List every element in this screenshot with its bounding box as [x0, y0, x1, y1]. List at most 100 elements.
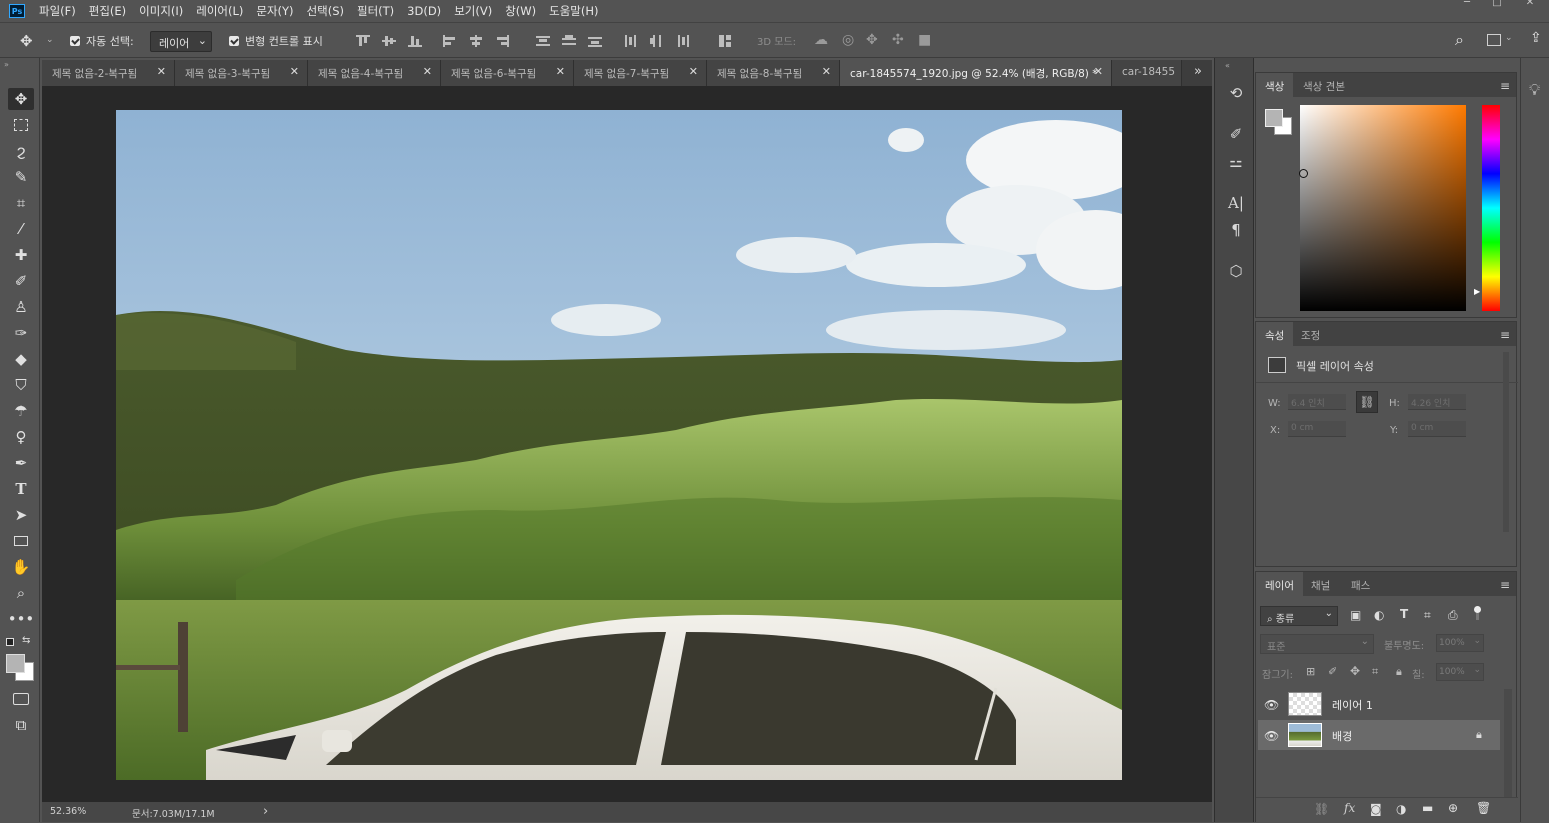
menu-3d[interactable]: 3D(D): [407, 4, 441, 18]
filter-toggle-icon[interactable]: [1474, 606, 1481, 620]
height-field[interactable]: 4.26 인치: [1408, 394, 1466, 410]
3d-orbit-icon[interactable]: ☁: [814, 32, 828, 48]
fill-field[interactable]: 100% ⌄: [1436, 663, 1484, 681]
foreground-color-swatch[interactable]: [6, 654, 25, 673]
quick-mask-icon[interactable]: [8, 688, 34, 710]
menu-window[interactable]: 창(W): [505, 3, 536, 19]
search-icon[interactable]: ⌕: [1455, 30, 1464, 50]
share-icon[interactable]: ⇪: [1530, 30, 1542, 46]
panel-menu-icon[interactable]: ≡: [1500, 328, 1510, 342]
checkbox-icon[interactable]: [229, 36, 239, 46]
distribute-right-icon[interactable]: [676, 35, 690, 47]
menu-edit[interactable]: 편집(E): [89, 3, 126, 19]
brush-tool-icon[interactable]: ✐: [8, 270, 34, 292]
marquee-tool-icon[interactable]: [8, 114, 34, 136]
menu-file[interactable]: 파일(F): [39, 3, 76, 19]
blur-tool-icon[interactable]: ☂: [8, 400, 34, 422]
tab-adjustments[interactable]: 조정: [1292, 322, 1329, 346]
move-tool-icon[interactable]: ✥: [8, 88, 34, 110]
panel-menu-icon[interactable]: ≡: [1500, 578, 1510, 592]
filter-adjustment-icon[interactable]: ◐: [1374, 608, 1384, 622]
status-menu-arrow-icon[interactable]: ›: [263, 804, 268, 819]
tool-preset-chevron-icon[interactable]: ⌄: [46, 35, 54, 45]
lock-pixels-icon[interactable]: ✐: [1328, 665, 1337, 678]
width-field[interactable]: 6.4 인치: [1288, 394, 1346, 410]
close-icon[interactable]: ✕: [423, 65, 432, 78]
tab-layers[interactable]: 레이어: [1256, 572, 1303, 596]
menu-image[interactable]: 이미지(I): [139, 3, 183, 19]
menu-filter[interactable]: 필터(T): [357, 3, 394, 19]
lock-position-icon[interactable]: ✥: [1350, 664, 1360, 678]
healing-brush-tool-icon[interactable]: ✚: [8, 244, 34, 266]
transform-controls-checkbox[interactable]: 변형 컨트롤 표시: [229, 33, 323, 49]
3d-roll-icon[interactable]: ◎: [842, 32, 854, 48]
brush-presets-icon[interactable]: ⚍: [1225, 153, 1247, 173]
character-panel-icon[interactable]: A|: [1225, 194, 1247, 214]
new-layer-icon[interactable]: ⊕: [1448, 801, 1458, 815]
history-panel-icon[interactable]: ⟲: [1225, 84, 1247, 104]
link-dimensions-icon[interactable]: ⛓: [1356, 391, 1378, 413]
close-icon[interactable]: ✕: [1094, 65, 1103, 78]
layer-row-background[interactable]: 👁︎ 배경 🔒︎: [1258, 720, 1500, 750]
align-vcenter-icon[interactable]: [382, 35, 396, 47]
distribute-top-icon[interactable]: [536, 35, 550, 47]
foreground-color-swatch[interactable]: [1265, 109, 1283, 127]
eyedropper-tool-icon[interactable]: ⁄: [8, 218, 34, 240]
close-icon[interactable]: ✕: [556, 65, 565, 78]
menu-select[interactable]: 선택(S): [307, 3, 344, 19]
lightbulb-icon[interactable]: 💡︎: [1529, 80, 1540, 100]
tab-color[interactable]: 색상: [1256, 73, 1294, 97]
mask-icon[interactable]: ◙: [1370, 802, 1382, 816]
document-canvas[interactable]: [116, 110, 1122, 780]
auto-select-checkbox[interactable]: 자동 선택:: [70, 33, 134, 49]
properties-scrollbar[interactable]: [1503, 352, 1509, 532]
layers-scrollbar[interactable]: [1504, 689, 1512, 799]
tab-properties[interactable]: 속성: [1256, 322, 1294, 346]
filter-pixel-icon[interactable]: ▣: [1350, 608, 1361, 622]
fx-icon[interactable]: fx: [1344, 801, 1355, 815]
3d-video-icon[interactable]: ■: [918, 32, 931, 48]
3d-slide-icon[interactable]: ✣: [892, 32, 904, 48]
tab-doc-8[interactable]: 제목 없음-8-복구됨 ✕: [707, 60, 840, 86]
rectangle-tool-icon[interactable]: [8, 530, 34, 552]
3d-panel-icon[interactable]: ⬡: [1225, 262, 1247, 282]
menu-help[interactable]: 도움말(H): [549, 3, 598, 19]
hue-slider-handle-icon[interactable]: ▶: [1474, 287, 1480, 296]
distribute-hcenter-icon[interactable]: [650, 35, 664, 47]
3d-pan-icon[interactable]: ✥: [866, 32, 878, 48]
crop-tool-icon[interactable]: ⌗: [8, 192, 34, 214]
align-left-icon[interactable]: [443, 35, 457, 47]
minimize-button[interactable]: ─: [1452, 0, 1482, 10]
visibility-eye-icon[interactable]: 👁︎: [1264, 698, 1279, 712]
layer-row-layer-1[interactable]: 👁︎ 레이어 1: [1258, 689, 1500, 719]
tab-paths[interactable]: 패스: [1342, 572, 1379, 596]
lasso-tool-icon[interactable]: ϩ: [8, 140, 34, 162]
path-select-tool-icon[interactable]: ➤: [8, 504, 34, 526]
tab-doc-4[interactable]: 제목 없음-4-복구됨 ✕: [308, 60, 441, 86]
filter-smart-object-icon[interactable]: ⎙: [1448, 608, 1458, 623]
distribute-vcenter-icon[interactable]: [562, 35, 576, 47]
tab-car-image-2[interactable]: car-18455: [1112, 60, 1182, 86]
menu-layer[interactable]: 레이어(L): [196, 3, 243, 19]
zoom-tool-icon[interactable]: ⌕: [8, 582, 34, 604]
close-icon[interactable]: ✕: [157, 65, 166, 78]
brush-settings-icon[interactable]: ✐: [1225, 125, 1247, 145]
filter-type-icon[interactable]: T: [1400, 607, 1408, 621]
link-icon[interactable]: ⛓: [1314, 802, 1329, 816]
color-picker-cursor[interactable]: [1299, 169, 1308, 178]
screen-mode-icon[interactable]: ⧉: [8, 714, 34, 736]
align-right-icon[interactable]: [495, 35, 509, 47]
swap-colors-icon[interactable]: ⇆: [22, 635, 30, 646]
more-tools-icon[interactable]: •••: [8, 608, 35, 630]
maximize-button[interactable]: □: [1482, 0, 1512, 10]
auto-select-dropdown[interactable]: 레이어 ⌄: [150, 31, 212, 52]
align-top-icon[interactable]: [356, 35, 370, 47]
opacity-field[interactable]: 100% ⌄: [1436, 634, 1484, 652]
close-icon[interactable]: ✕: [689, 65, 698, 78]
paint-bucket-tool-icon[interactable]: ⛉: [8, 374, 34, 396]
tab-doc-7[interactable]: 제목 없음-7-복구됨 ✕: [574, 60, 707, 86]
menu-type[interactable]: 문자(Y): [256, 3, 293, 19]
adjustment-icon[interactable]: ◑: [1396, 802, 1406, 816]
distribute-bottom-icon[interactable]: [588, 35, 602, 47]
align-bottom-icon[interactable]: [408, 35, 422, 47]
